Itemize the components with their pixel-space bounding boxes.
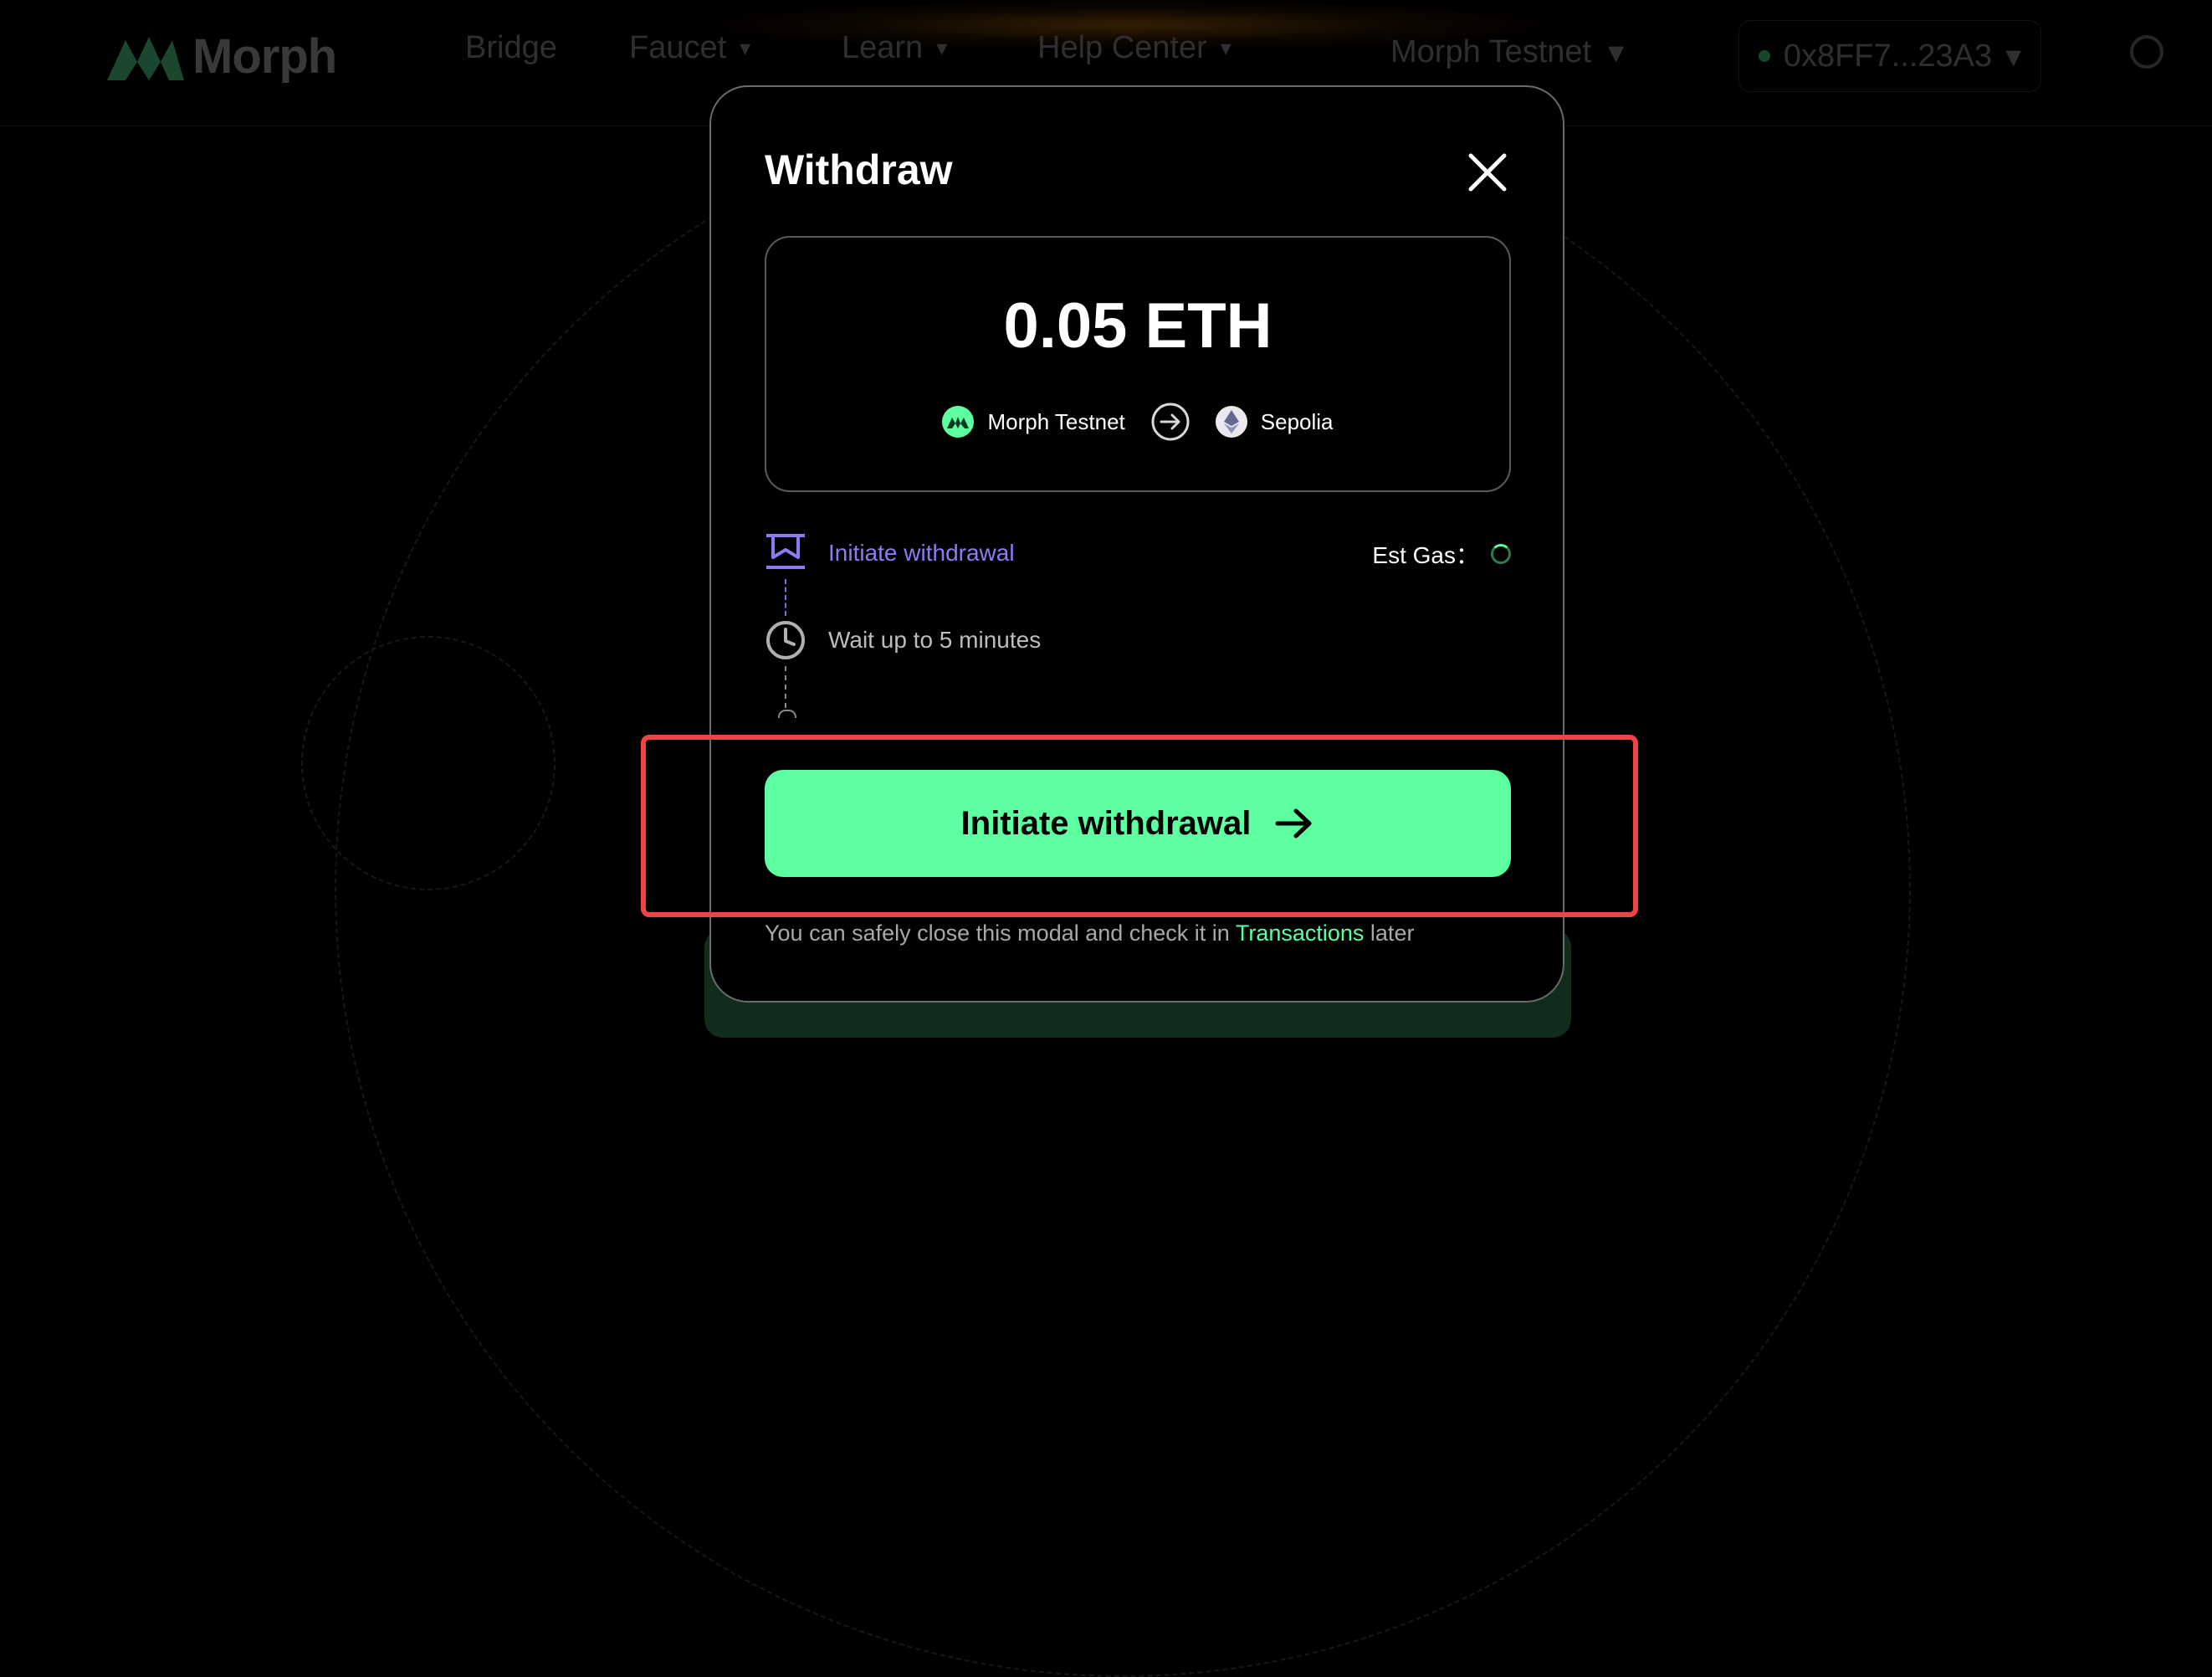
nav-faucet-label: Faucet: [629, 30, 727, 65]
nav-learn[interactable]: Learn ▾: [842, 30, 947, 66]
footer-note-suffix: later: [1370, 921, 1415, 946]
network-label: Morph Testnet: [1390, 34, 1592, 69]
chevron-down-icon: ▾: [1220, 35, 1231, 60]
bookmark-tray-icon: [766, 534, 805, 569]
nav-learn-label: Learn: [842, 30, 924, 65]
step-wait: Wait up to 5 minutes: [765, 619, 1041, 661]
step-initiate: Initiate withdrawal: [765, 532, 1015, 574]
step-connector: [785, 666, 786, 708]
morph-chain-icon: [942, 406, 975, 438]
loading-spinner-icon: [1491, 544, 1511, 564]
brand-name: Morph: [192, 29, 337, 84]
morph-logo-icon: [107, 36, 184, 80]
ethereum-icon: [1215, 406, 1247, 438]
chevron-down-icon: ▾: [2005, 38, 2022, 74]
withdraw-amount: 0.05 ETH: [1003, 290, 1272, 362]
chevron-down-icon: ▾: [1608, 35, 1625, 70]
bridge-route: Morph Testnet Sepolia: [766, 402, 1509, 442]
arrow-right-circle-icon: [1151, 403, 1190, 441]
wallet-address: 0x8FF7...23A3: [1783, 38, 1993, 74]
footer-note: You can safely close this modal and chec…: [765, 921, 1414, 946]
gas-label: Est Gas：: [1372, 542, 1479, 568]
wallet-button[interactable]: 0x8FF7...23A3 ▾: [1738, 20, 2041, 92]
modal-title: Withdraw: [765, 146, 953, 193]
morph-logo[interactable]: Morph: [107, 28, 337, 85]
footer-note-text: You can safely close this modal and chec…: [765, 921, 1230, 946]
network-selector[interactable]: Morph Testnet ▾: [1390, 33, 1624, 71]
from-chain: Morph Testnet: [942, 406, 1125, 438]
next-step-icon: [778, 710, 796, 718]
step-wait-label: Wait up to 5 minutes: [828, 627, 1042, 653]
settings-icon[interactable]: [2130, 35, 2163, 69]
step-connector: [785, 579, 786, 616]
amount-summary: 0.05 ETH Morph Testnet Sepolia: [765, 236, 1511, 492]
nav-bridge[interactable]: Bridge: [465, 30, 557, 66]
nav-bridge-label: Bridge: [465, 30, 557, 65]
transactions-link[interactable]: Transactions: [1236, 921, 1365, 946]
estimated-gas: Est Gas：: [1372, 537, 1511, 571]
from-chain-label: Morph Testnet: [987, 408, 1125, 434]
nav-help-center[interactable]: Help Center ▾: [1037, 30, 1231, 66]
to-chain-label: Sepolia: [1260, 408, 1334, 434]
nav-help-center-label: Help Center: [1037, 30, 1207, 65]
to-chain: Sepolia: [1215, 406, 1334, 438]
highlight-box: [641, 735, 1638, 917]
close-icon[interactable]: [1464, 149, 1511, 196]
decorative-orbit-small: [301, 636, 556, 890]
chevron-down-icon: ▾: [740, 35, 751, 60]
step-initiate-label: Initiate withdrawal: [828, 540, 1015, 566]
connected-dot-icon: [1758, 50, 1770, 62]
nav-faucet[interactable]: Faucet ▾: [629, 30, 750, 66]
clock-icon: [766, 621, 805, 659]
chevron-down-icon: ▾: [936, 35, 948, 60]
